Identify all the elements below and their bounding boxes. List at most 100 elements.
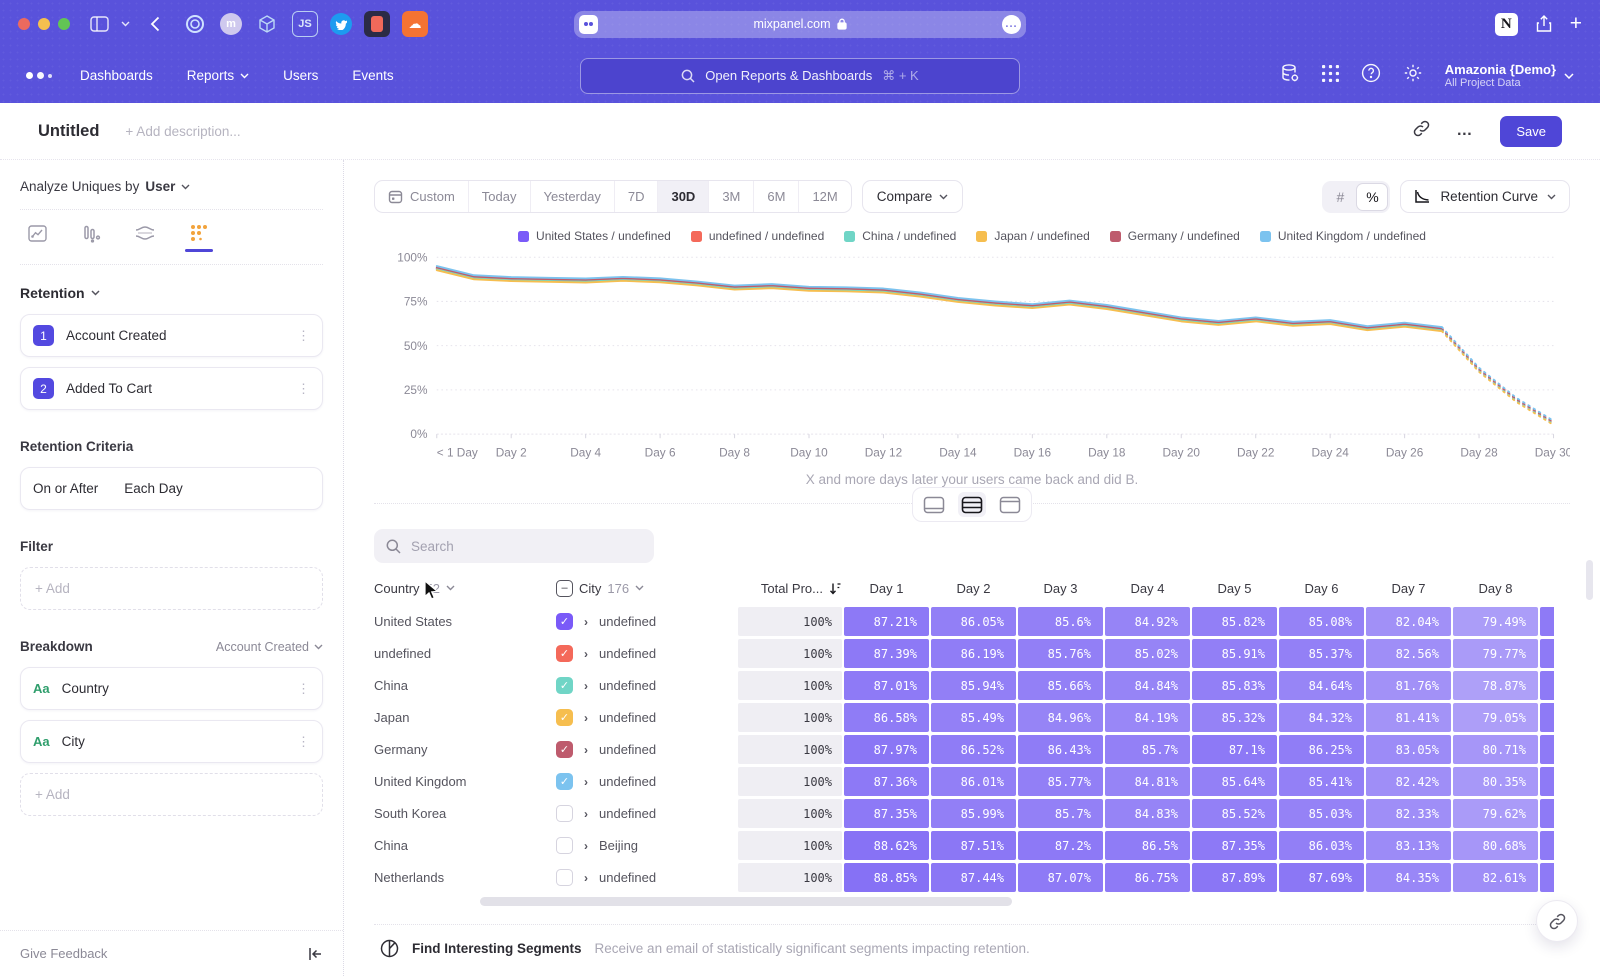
expand-chevron-icon[interactable]: › bbox=[584, 711, 588, 725]
tab-insights[interactable] bbox=[22, 223, 52, 253]
legend-item[interactable]: Germany / undefined bbox=[1110, 229, 1240, 243]
country-cell[interactable]: South Korea bbox=[374, 799, 554, 828]
retention-cell[interactable]: 86.75% bbox=[1105, 863, 1190, 892]
breakdown-city[interactable]: Aa City ⋮ bbox=[20, 720, 323, 763]
retention-cell[interactable]: 84.96% bbox=[1018, 703, 1103, 732]
kebab-menu-icon[interactable]: ⋮ bbox=[297, 381, 310, 397]
retention-cell[interactable]: 87.44% bbox=[931, 863, 1016, 892]
save-button[interactable]: Save bbox=[1500, 116, 1562, 147]
retention-cell[interactable]: 87.51% bbox=[931, 831, 1016, 860]
column-header-day-3[interactable]: Day 3 bbox=[1018, 581, 1103, 596]
kebab-menu-icon[interactable]: ⋮ bbox=[297, 328, 310, 344]
retention-cell[interactable]: 85.77% bbox=[1018, 767, 1103, 796]
expand-chevron-icon[interactable]: › bbox=[584, 839, 588, 853]
cube-favicon[interactable] bbox=[254, 11, 280, 37]
row-checkbox[interactable]: ✓ bbox=[556, 741, 573, 758]
retention-cell[interactable]: 86.05% bbox=[931, 607, 1016, 636]
retention-cell[interactable]: 87.35% bbox=[844, 799, 929, 828]
retention-cell[interactable]: 85.66% bbox=[1018, 671, 1103, 700]
avatar-m-favicon[interactable]: m bbox=[220, 13, 242, 35]
target-favicon[interactable] bbox=[182, 11, 208, 37]
retention-cell[interactable]: 87.97% bbox=[844, 735, 929, 764]
retention-cell[interactable]: 85.08% bbox=[1279, 607, 1364, 636]
retention-cell[interactable]: 85.41% bbox=[1279, 767, 1364, 796]
retention-cell[interactable]: 85.64% bbox=[1192, 767, 1277, 796]
range-7d[interactable]: 7D bbox=[615, 181, 659, 212]
mixpanel-logo[interactable] bbox=[26, 72, 52, 79]
retention-cell[interactable]: 86.19% bbox=[931, 639, 1016, 668]
retention-cell[interactable]: 84.32% bbox=[1279, 703, 1364, 732]
retention-criteria-card[interactable]: On or After Each Day bbox=[20, 467, 323, 510]
layout-chart-only-button[interactable] bbox=[920, 492, 948, 517]
retention-cell[interactable]: 80.71% bbox=[1453, 735, 1538, 764]
floating-share-button[interactable] bbox=[1536, 900, 1578, 942]
legend-item[interactable]: United States / undefined bbox=[518, 229, 671, 243]
retention-cell[interactable]: 85.6% bbox=[1018, 607, 1103, 636]
expand-chevron-icon[interactable]: › bbox=[584, 775, 588, 789]
range-12m[interactable]: 12M bbox=[799, 181, 850, 212]
legend-item[interactable]: undefined / undefined bbox=[691, 229, 824, 243]
retention-cell[interactable]: 86.58% bbox=[844, 703, 929, 732]
city-cell[interactable]: ✓›undefined bbox=[556, 767, 736, 796]
retention-cell[interactable]: 84.83% bbox=[1105, 799, 1190, 828]
column-header-day-5[interactable]: Day 5 bbox=[1192, 581, 1277, 596]
back-icon[interactable] bbox=[150, 16, 160, 32]
retention-cell[interactable]: 82.04% bbox=[1366, 607, 1451, 636]
step-event-label[interactable]: Account Created bbox=[66, 328, 167, 343]
country-cell[interactable]: China bbox=[374, 671, 554, 700]
global-search[interactable]: Open Reports & Dashboards ⌘ + K bbox=[580, 58, 1020, 94]
segments-title[interactable]: Find Interesting Segments bbox=[412, 941, 582, 956]
tab-funnels[interactable] bbox=[76, 223, 106, 253]
row-checkbox[interactable]: ✓ bbox=[556, 773, 573, 790]
country-cell[interactable]: United States bbox=[374, 607, 554, 636]
retention-cell[interactable]: 82.61% bbox=[1453, 863, 1538, 892]
retention-cell[interactable]: 79.49% bbox=[1453, 607, 1538, 636]
retention-cell[interactable]: 85.91% bbox=[1192, 639, 1277, 668]
retention-cell[interactable]: 85.7% bbox=[1018, 799, 1103, 828]
absolute-numbers-button[interactable]: # bbox=[1324, 183, 1356, 211]
analyze-uniques-row[interactable]: Analyze Uniques by User bbox=[20, 160, 323, 210]
column-header-day-4[interactable]: Day 4 bbox=[1105, 581, 1190, 596]
retention-section-heading[interactable]: Retention bbox=[20, 285, 323, 301]
breakdown-country[interactable]: Aa Country ⋮ bbox=[20, 667, 323, 710]
retention-cell[interactable]: 85.02% bbox=[1105, 639, 1190, 668]
legend-item[interactable]: Japan / undefined bbox=[976, 229, 1089, 243]
retention-cell[interactable]: 88.62% bbox=[844, 831, 929, 860]
city-cell[interactable]: ✓›undefined bbox=[556, 735, 736, 764]
row-checkbox[interactable] bbox=[556, 805, 573, 822]
layout-split-button[interactable] bbox=[958, 492, 986, 517]
criteria-each-day[interactable]: Each Day bbox=[124, 481, 183, 496]
retention-cell[interactable]: 87.89% bbox=[1192, 863, 1277, 892]
retention-cell[interactable]: 85.76% bbox=[1018, 639, 1103, 668]
retention-cell[interactable]: 79.62% bbox=[1453, 799, 1538, 828]
country-cell[interactable]: United Kingdom bbox=[374, 767, 554, 796]
range-3m[interactable]: 3M bbox=[709, 181, 754, 212]
retention-cell[interactable]: 78.87% bbox=[1453, 671, 1538, 700]
retention-cell[interactable]: 80.68% bbox=[1453, 831, 1538, 860]
compare-button[interactable]: Compare bbox=[862, 180, 964, 213]
nav-item-users[interactable]: Users bbox=[283, 68, 318, 83]
retention-cell[interactable]: 85.37% bbox=[1279, 639, 1364, 668]
breakdown-event-selector[interactable]: Account Created bbox=[216, 640, 323, 654]
legend-item[interactable]: China / undefined bbox=[844, 229, 956, 243]
step-event-label[interactable]: Added To Cart bbox=[66, 381, 152, 396]
city-cell[interactable]: ›undefined bbox=[556, 799, 736, 828]
retention-cell[interactable]: 85.82% bbox=[1192, 607, 1277, 636]
give-feedback-link[interactable]: Give Feedback bbox=[20, 946, 107, 961]
row-checkbox[interactable]: ✓ bbox=[556, 677, 573, 694]
retention-cell[interactable]: 84.81% bbox=[1105, 767, 1190, 796]
select-all-checkbox[interactable]: – bbox=[556, 580, 573, 597]
country-cell[interactable]: undefined bbox=[374, 639, 554, 668]
apps-grid-icon[interactable] bbox=[1322, 65, 1339, 87]
retention-cell[interactable]: 85.94% bbox=[931, 671, 1016, 700]
copy-link-icon[interactable] bbox=[1413, 120, 1430, 142]
minimize-window-button[interactable] bbox=[38, 18, 50, 30]
city-cell[interactable]: ✓›undefined bbox=[556, 703, 736, 732]
retention-cell[interactable]: 82.56% bbox=[1366, 639, 1451, 668]
expand-chevron-icon[interactable]: › bbox=[584, 743, 588, 757]
settings-gear-icon[interactable] bbox=[1403, 63, 1423, 88]
range-today[interactable]: Today bbox=[469, 181, 531, 212]
expand-chevron-icon[interactable]: › bbox=[584, 871, 588, 885]
retention-cell[interactable]: 84.84% bbox=[1105, 671, 1190, 700]
expand-chevron-icon[interactable]: › bbox=[584, 647, 588, 661]
